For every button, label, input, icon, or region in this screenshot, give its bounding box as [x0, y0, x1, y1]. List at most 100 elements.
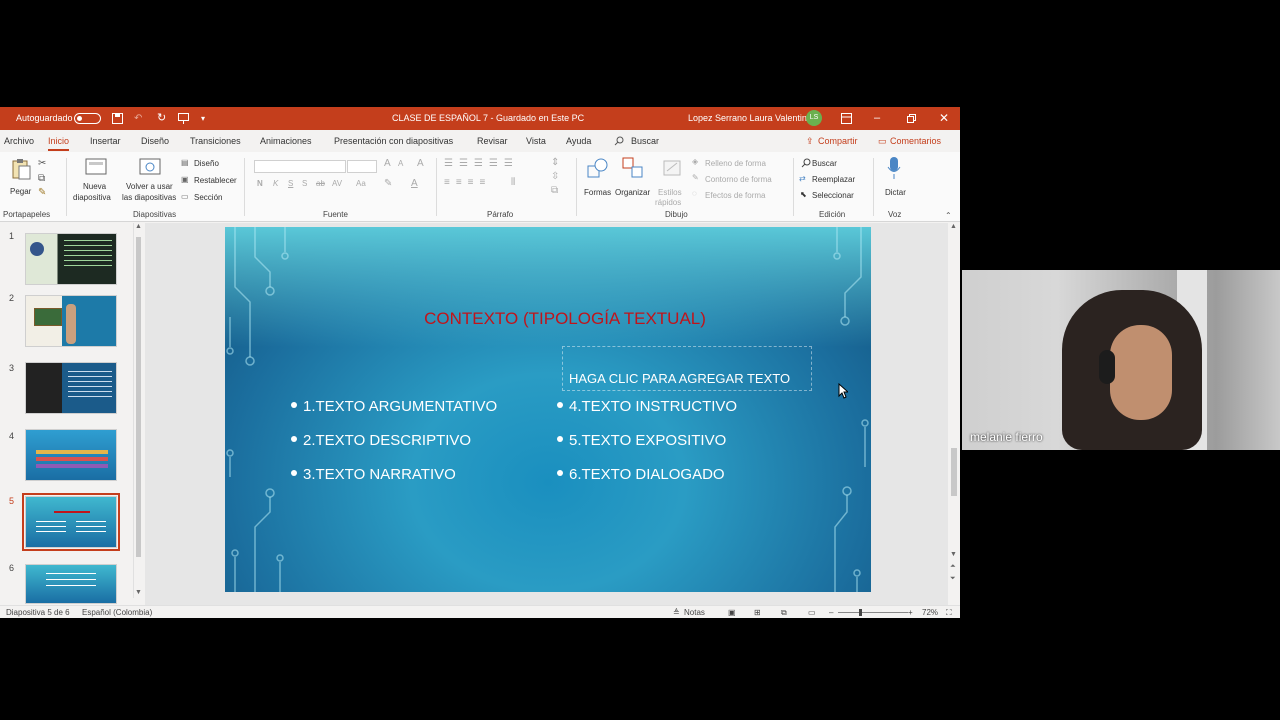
reuse-slides-button[interactable]: las diapositivas [122, 193, 176, 202]
shape-outline-icon[interactable]: ✎ [692, 173, 699, 182]
thumbnail-scroll-thumb[interactable] [136, 237, 141, 557]
slide-thumbnail-5[interactable] [22, 493, 120, 551]
list-item[interactable]: 1.TEXTO ARGUMENTATIVO [291, 398, 497, 415]
list-item[interactable]: 2.TEXTO DESCRIPTIVO [291, 432, 471, 449]
redo-icon[interactable]: ↻ [157, 107, 166, 130]
grow-font-icon[interactable]: A [384, 158, 391, 169]
dictate-button[interactable]: Dictar [885, 188, 906, 197]
list-item[interactable]: 5.TEXTO EXPOSITIVO [557, 432, 726, 449]
find-button[interactable]: Buscar [812, 159, 837, 168]
avatar[interactable]: LS [806, 110, 822, 126]
replace-icon[interactable]: ⇄ [799, 174, 806, 183]
notes-button[interactable]: Notas [684, 606, 705, 618]
font-color-icon[interactable]: A [411, 178, 418, 189]
placeholder-text[interactable]: HAGA CLIC PARA AGREGAR TEXTO [569, 371, 790, 386]
current-slide[interactable]: CONTEXTO (TIPOLOGÍA TEXTUAL) HAGA CLIC P… [225, 227, 871, 592]
collapse-ribbon-icon[interactable]: ⌃ [945, 211, 952, 220]
reuse-label-1[interactable]: Volver a usar [126, 182, 173, 191]
shapes-button[interactable]: Formas [584, 188, 611, 197]
microphone-icon[interactable] [887, 156, 901, 180]
select-icon[interactable]: ⬉ [800, 190, 807, 199]
slide-thumbnail-6[interactable] [25, 564, 117, 604]
comment-icon[interactable]: ▭ [878, 130, 887, 152]
tab-archivo[interactable]: Archivo [4, 130, 34, 152]
replace-button[interactable]: Reemplazar [812, 175, 855, 184]
reading-view-icon[interactable]: ⧉ [781, 606, 787, 618]
quick-styles-icon[interactable] [662, 157, 684, 179]
tab-ayuda[interactable]: Ayuda [566, 130, 591, 152]
user-name[interactable]: Lopez Serrano Laura Valentina [688, 107, 812, 130]
autosave-toggle[interactable] [74, 113, 101, 124]
slide-sorter-icon[interactable]: ⊞ [754, 606, 761, 618]
present-icon[interactable] [178, 113, 189, 124]
align-text-icon[interactable]: ⇳ [551, 171, 559, 182]
find-icon[interactable] [801, 158, 811, 168]
customize-qat-icon[interactable]: ▾ [201, 107, 205, 130]
search-icon[interactable] [614, 136, 624, 146]
undo-icon[interactable]: ↶ [134, 107, 142, 130]
share-button[interactable]: Compartir [818, 130, 858, 152]
scroll-up-icon[interactable]: ▲ [950, 223, 957, 230]
paste-button[interactable]: Pegar [10, 187, 31, 196]
section-icon[interactable]: ▭ [181, 192, 189, 201]
slide-thumbnail-1[interactable] [25, 233, 117, 285]
search-label[interactable]: Buscar [631, 130, 659, 152]
next-slide-icon[interactable]: ⏷ [950, 575, 956, 583]
char-spacing-button[interactable]: AV [332, 179, 342, 188]
previous-slide-icon[interactable]: ⏶ [950, 563, 956, 571]
shapes-icon[interactable] [587, 157, 609, 179]
list-item[interactable]: 3.TEXTO NARRATIVO [291, 466, 456, 483]
save-icon[interactable] [112, 113, 123, 124]
minimize-icon[interactable]: – [874, 107, 880, 130]
tab-revisar[interactable]: Revisar [477, 130, 508, 152]
smartart-icon[interactable]: ⧉ [551, 185, 558, 196]
slide-thumbnail-4[interactable] [25, 429, 117, 481]
font-size-select[interactable] [347, 160, 377, 173]
new-slide-icon[interactable] [85, 158, 107, 176]
reset-button[interactable]: Restablecer [194, 176, 237, 185]
slide-scrollbar[interactable]: ▲ ▼ ⏶ ⏷ [948, 223, 960, 598]
tab-diseno[interactable]: Diseño [141, 130, 169, 152]
highlight-icon[interactable]: ✎ [384, 178, 392, 189]
text-direction-icon[interactable]: ⇕ [551, 157, 559, 168]
shape-effects-icon[interactable]: ◌ [692, 189, 697, 198]
list-item[interactable]: 6.TEXTO DIALOGADO [557, 466, 725, 483]
restore-icon[interactable] [907, 114, 916, 123]
slide-thumbnail-3[interactable] [25, 362, 117, 414]
share-icon[interactable]: ⇪ [806, 130, 814, 152]
layout-icon[interactable]: ▤ [181, 158, 189, 167]
language-indicator[interactable]: Español (Colombia) [82, 606, 152, 618]
new-slide-label-1[interactable]: Nueva [83, 182, 106, 191]
clear-format-icon[interactable]: A [417, 158, 424, 169]
list-item[interactable]: 4.TEXTO INSTRUCTIVO [557, 398, 737, 415]
bold-button[interactable]: N [257, 179, 263, 188]
reset-icon[interactable]: ▣ [181, 175, 189, 184]
tab-insertar[interactable]: Insertar [90, 130, 121, 152]
new-slide-button[interactable]: diapositiva [73, 193, 111, 202]
tab-vista[interactable]: Vista [526, 130, 546, 152]
align-icons[interactable]: ≡≡≡≡ [444, 177, 491, 188]
section-button[interactable]: Sección [194, 193, 222, 202]
italic-button[interactable]: K [273, 179, 278, 188]
quick-styles-button[interactable]: rápidos [655, 198, 681, 207]
list-icons[interactable]: ☰☰☰☰☰ [444, 158, 519, 169]
shrink-font-icon[interactable]: A [398, 159, 403, 168]
thumbnail-scrollbar[interactable]: ▲ ▼ [133, 223, 142, 598]
comments-button[interactable]: Comentarios [890, 130, 941, 152]
slideshow-icon[interactable]: ▭ [808, 606, 816, 618]
notes-icon[interactable]: ≜ [673, 606, 680, 618]
copy-icon[interactable]: ⧉ [38, 173, 45, 184]
zoom-slider-thumb[interactable] [859, 609, 862, 616]
zoom-slider[interactable] [838, 612, 908, 613]
quick-styles-label-1[interactable]: Estilos [658, 188, 682, 197]
columns-icon[interactable]: ⫴ [511, 177, 515, 188]
strikethrough-button[interactable]: ab [316, 179, 325, 188]
select-button[interactable]: Seleccionar [812, 191, 854, 200]
underline-button[interactable]: S [288, 179, 293, 188]
shadow-button[interactable]: S [302, 179, 307, 188]
tab-inicio[interactable]: Inicio [48, 130, 70, 152]
cut-icon[interactable]: ✂ [38, 158, 46, 169]
shape-fill-button[interactable]: Relleno de forma [705, 159, 766, 168]
paste-icon[interactable] [11, 158, 31, 180]
format-painter-icon[interactable]: ✎ [38, 187, 46, 198]
